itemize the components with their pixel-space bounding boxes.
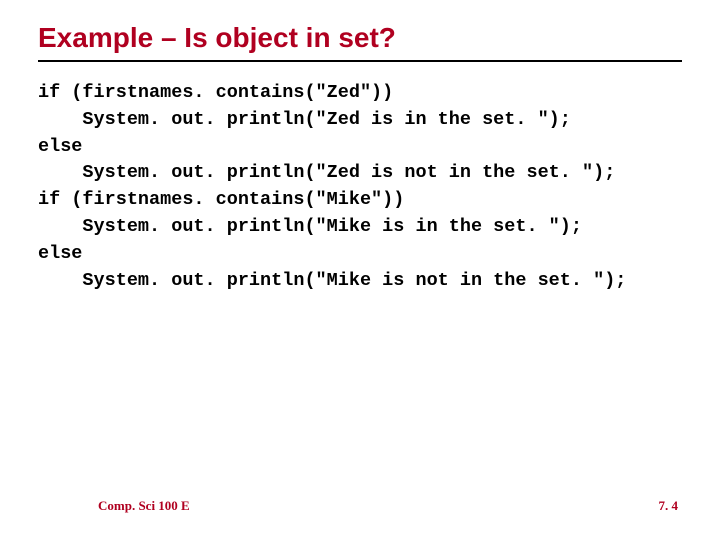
footer-page-number: 7. 4 <box>659 498 679 514</box>
title-divider <box>38 60 682 62</box>
footer-course: Comp. Sci 100 E <box>98 498 190 514</box>
code-block: if (firstnames. contains("Zed")) System.… <box>38 80 682 295</box>
slide-title: Example – Is object in set? <box>38 22 682 54</box>
slide: Example – Is object in set? if (firstnam… <box>0 0 720 540</box>
